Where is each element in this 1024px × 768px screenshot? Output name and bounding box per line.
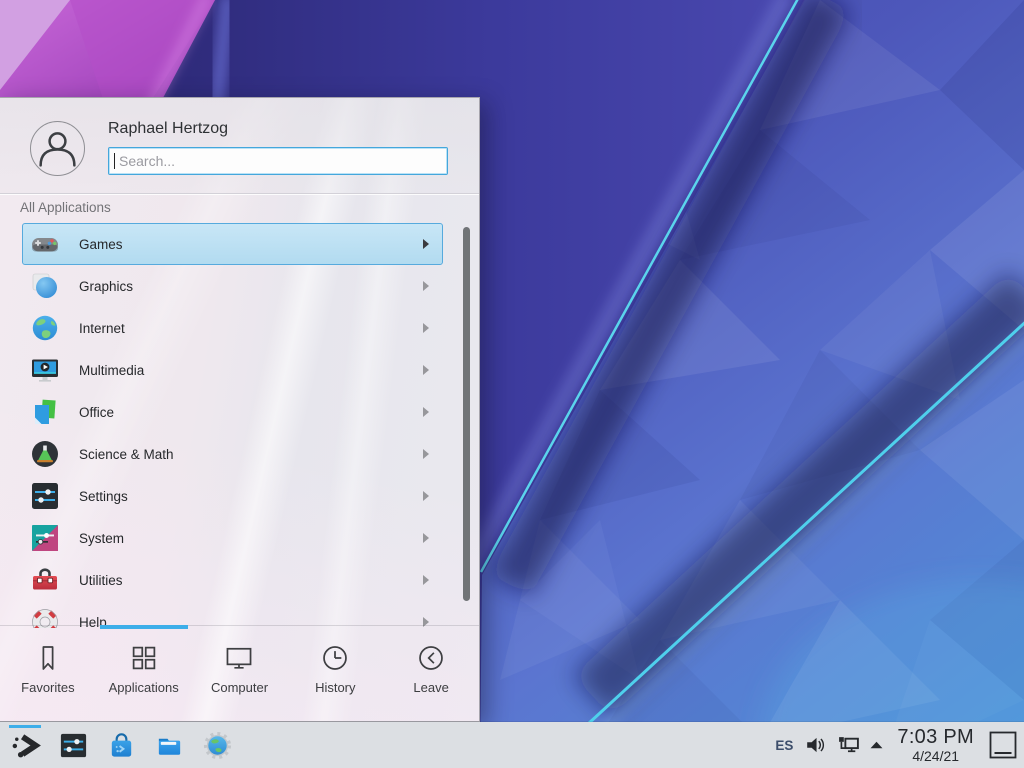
user-avatar-icon[interactable] xyxy=(30,121,85,176)
text-caret xyxy=(114,153,115,169)
launcher-header: Raphael Hertzog xyxy=(0,98,479,194)
shopping-bag-icon xyxy=(106,730,137,761)
tab-history[interactable]: History xyxy=(287,626,383,721)
globe-gear-icon xyxy=(202,730,233,761)
keyboard-layout-indicator[interactable]: ES xyxy=(773,738,795,753)
category-label: Graphics xyxy=(79,279,133,294)
category-label: Utilities xyxy=(79,573,123,588)
submenu-arrow-icon xyxy=(423,449,429,459)
kde-kicker-icon xyxy=(10,730,41,761)
search-input[interactable] xyxy=(108,147,448,175)
tab-applications[interactable]: Applications xyxy=(96,626,192,721)
tab-label: Favorites xyxy=(21,680,74,695)
tab-favorites[interactable]: Favorites xyxy=(0,626,96,721)
monitor-icon xyxy=(224,643,254,673)
tab-label: History xyxy=(315,680,355,695)
toolbox-icon xyxy=(29,564,61,596)
tab-leave[interactable]: Leave xyxy=(383,626,479,721)
user-name: Raphael Hertzog xyxy=(108,120,228,138)
application-launcher-menu: Raphael Hertzog All Applications xyxy=(0,97,480,722)
tab-label: Computer xyxy=(211,680,268,695)
file-manager-button[interactable] xyxy=(152,724,186,766)
category-graphics[interactable]: Graphics xyxy=(22,265,443,307)
expand-tray-icon[interactable] xyxy=(870,741,883,749)
section-label: All Applications xyxy=(20,200,111,215)
application-launcher-button[interactable] xyxy=(8,724,42,766)
show-desktop-button[interactable] xyxy=(988,728,1018,762)
leave-circle-icon xyxy=(416,643,446,673)
digital-clock[interactable]: 7:03 PM 4/24/21 xyxy=(897,727,974,763)
category-science-math[interactable]: Science & Math xyxy=(22,433,443,475)
category-label: Science & Math xyxy=(79,447,174,462)
category-label: Office xyxy=(79,405,114,420)
category-utilities[interactable]: Utilities xyxy=(22,559,443,601)
system-settings-button[interactable] xyxy=(56,724,90,766)
category-label: Games xyxy=(79,237,123,252)
web-browser-button[interactable] xyxy=(200,724,234,766)
category-label: Internet xyxy=(79,321,125,336)
documents-icon xyxy=(29,396,61,428)
app-grid-icon xyxy=(129,643,159,673)
search-field-wrap xyxy=(108,147,448,175)
category-multimedia[interactable]: Multimedia xyxy=(22,349,443,391)
gamepad-icon xyxy=(29,228,61,260)
paint-sphere-icon xyxy=(29,270,61,302)
show-desktop-icon xyxy=(989,731,1017,759)
task-launchers xyxy=(6,724,234,766)
active-tab-underline xyxy=(100,625,188,629)
launcher-tab-bar: Favorites Applications xyxy=(0,625,479,721)
clock-date: 4/24/21 xyxy=(912,749,959,763)
scrollbar-thumb[interactable] xyxy=(463,227,470,601)
settings-sliders-icon xyxy=(58,730,89,761)
category-office[interactable]: Office xyxy=(22,391,443,433)
category-games[interactable]: Games xyxy=(22,223,443,265)
desktop: Raphael Hertzog All Applications xyxy=(0,0,1024,768)
globe-icon xyxy=(29,312,61,344)
flask-icon xyxy=(29,438,61,470)
taskbar-panel: ES 7:03 PM 4/24/21 xyxy=(0,722,1024,768)
submenu-arrow-icon xyxy=(423,281,429,291)
submenu-arrow-icon xyxy=(423,323,429,333)
active-task-indicator xyxy=(9,725,41,728)
system-tray: ES 7:03 PM 4/24/21 xyxy=(773,727,1018,763)
wired-network-icon[interactable] xyxy=(837,735,860,756)
submenu-arrow-icon xyxy=(423,239,429,249)
volume-icon[interactable] xyxy=(805,735,827,755)
category-label: System xyxy=(79,531,124,546)
category-system[interactable]: System xyxy=(22,517,443,559)
media-player-icon xyxy=(29,354,61,386)
tab-label: Leave xyxy=(413,680,448,695)
clock-icon xyxy=(320,643,350,673)
folder-icon xyxy=(154,730,185,761)
category-internet[interactable]: Internet xyxy=(22,307,443,349)
tab-label: Applications xyxy=(109,680,179,695)
category-label: Multimedia xyxy=(79,363,144,378)
bookmark-icon xyxy=(33,643,63,673)
submenu-arrow-icon xyxy=(423,407,429,417)
submenu-arrow-icon xyxy=(423,533,429,543)
clock-time: 7:03 PM xyxy=(897,727,974,747)
tab-computer[interactable]: Computer xyxy=(192,626,288,721)
submenu-arrow-icon xyxy=(423,365,429,375)
category-label: Settings xyxy=(79,489,128,504)
category-list: Games Graphics xyxy=(0,223,479,628)
submenu-arrow-icon xyxy=(423,575,429,585)
sliders-icon xyxy=(29,480,61,512)
submenu-arrow-icon xyxy=(423,491,429,501)
system-sliders-icon xyxy=(29,522,61,554)
category-help[interactable]: Help xyxy=(22,601,443,628)
category-settings[interactable]: Settings xyxy=(22,475,443,517)
discover-button[interactable] xyxy=(104,724,138,766)
